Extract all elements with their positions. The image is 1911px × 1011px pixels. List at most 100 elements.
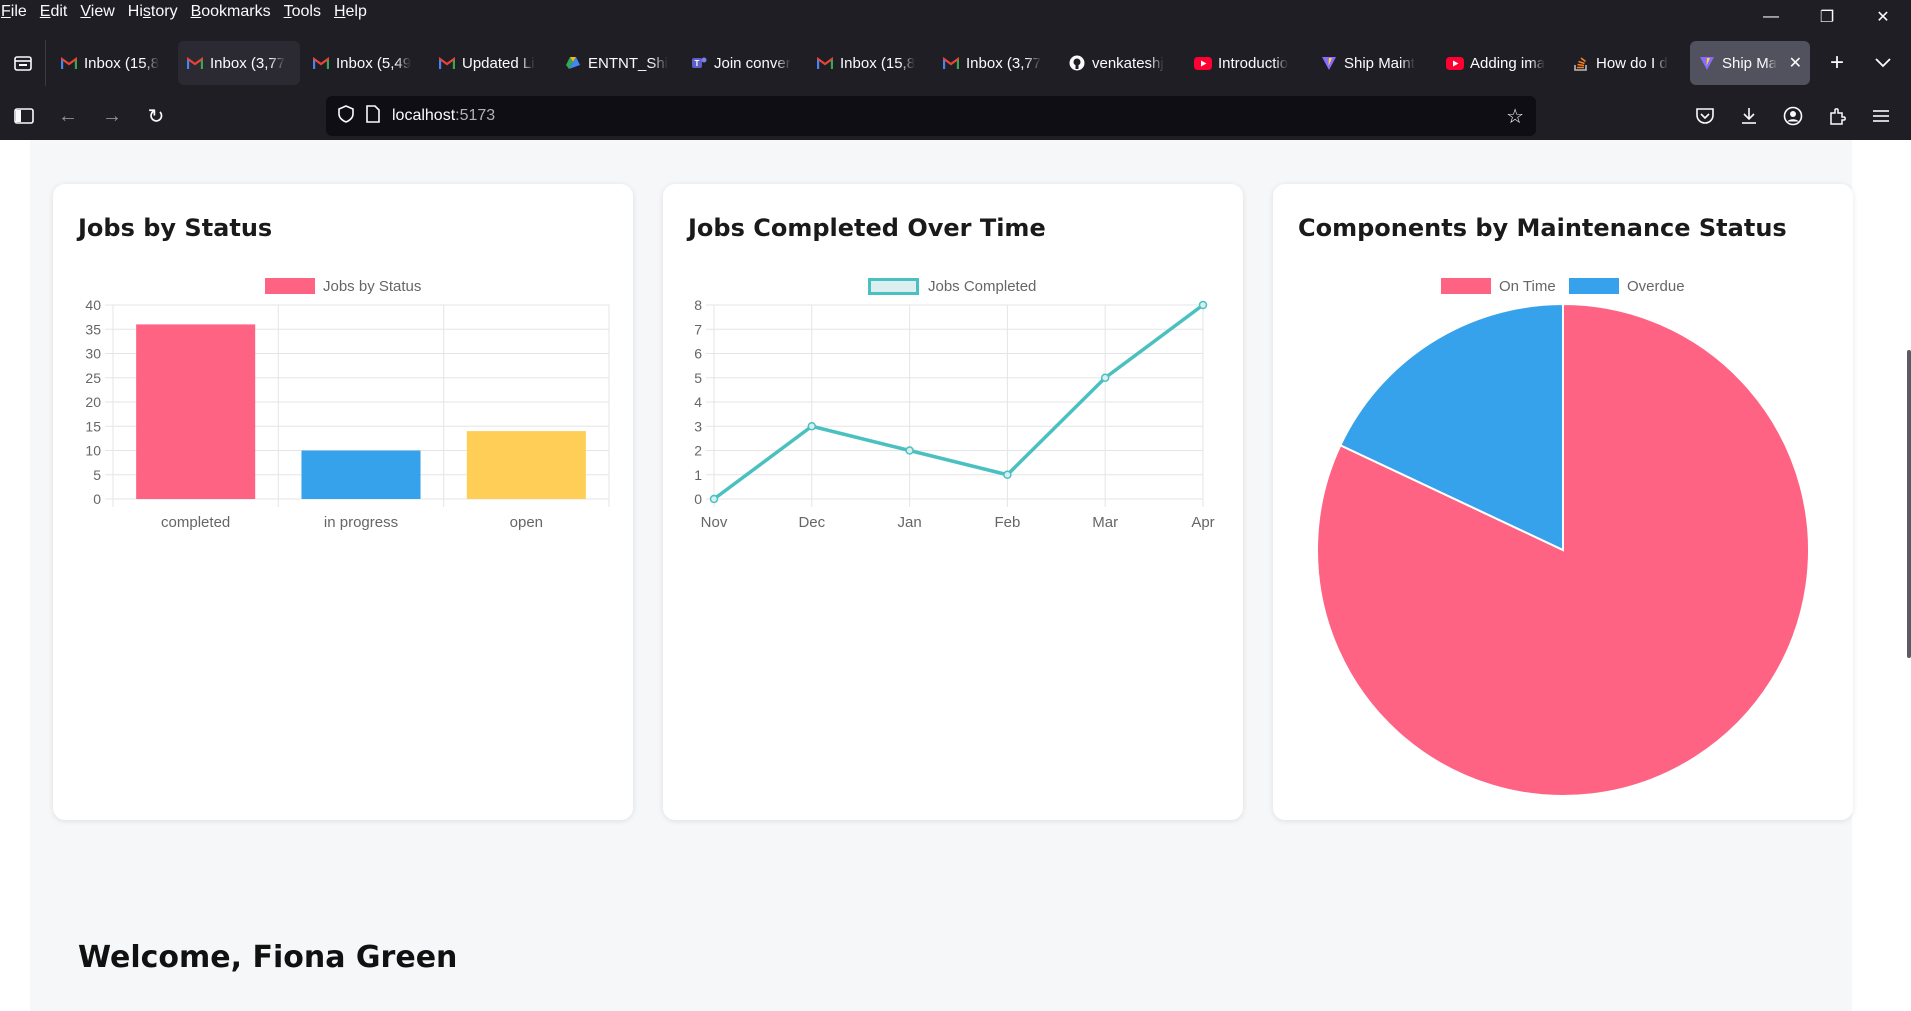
menu-file[interactable]: File [0, 3, 34, 21]
y-tick-label: 25 [85, 370, 101, 386]
tab[interactable]: Inbox (3,77 [178, 41, 300, 85]
tab-title: Inbox (3,77 [210, 54, 286, 72]
legend-swatch [265, 278, 315, 294]
y-tick-label: 5 [694, 370, 702, 386]
close-tab-icon[interactable]: ✕ [1789, 53, 1802, 73]
tab[interactable]: Adding ima [1438, 41, 1560, 85]
google-drive-icon [564, 54, 582, 72]
tab[interactable]: Ship Maint [1312, 41, 1434, 85]
page-icon [366, 104, 380, 128]
gmail-icon [438, 54, 456, 72]
account-icon[interactable] [1771, 96, 1815, 136]
toolbar-right [1683, 96, 1903, 136]
vite-icon [1320, 54, 1338, 72]
tab[interactable]: Inbox (15,8 [808, 41, 930, 85]
menu-tools[interactable]: Tools [284, 3, 328, 21]
data-point [1198, 300, 1208, 310]
list-all-tabs-button[interactable] [1860, 40, 1906, 86]
gmail-icon [60, 54, 78, 72]
jobs-completed-card: Jobs Completed Over Time 0 1 2 3 4 5 6 7 8 Nov Dec… [663, 184, 1243, 820]
tab-title: How do I d [1596, 54, 1668, 72]
bookmark-star-icon[interactable]: ☆ [1506, 104, 1524, 129]
youtube-icon [1446, 54, 1464, 72]
forward-button[interactable]: → [90, 96, 134, 136]
x-tick-label: Jan [898, 514, 922, 531]
tab[interactable]: venkateshj [1060, 41, 1182, 85]
tab-title: Updated Li [462, 54, 535, 72]
tab-title: Ship Ma [1722, 54, 1778, 72]
vertical-scrollbar[interactable] [1907, 350, 1911, 658]
menu-edit[interactable]: Edit [40, 3, 75, 21]
reload-button[interactable]: ↻ [134, 96, 178, 136]
tab-title: Inbox (5,49 [336, 54, 412, 72]
tab-title: Inbox (3,77 [966, 54, 1042, 72]
tab[interactable]: Introductio [1186, 41, 1308, 85]
pocket-icon[interactable] [1683, 96, 1727, 136]
x-tick-label: Dec [798, 514, 825, 531]
tab-title: Inbox (15,8 [840, 54, 916, 72]
menu-bar: File Edit View History Bookmarks Tools Help [0, 0, 1911, 24]
legend-label: Overdue [1627, 278, 1685, 295]
menu-view[interactable]: View [80, 3, 121, 21]
tab[interactable]: Inbox (5,49 [304, 41, 426, 85]
jobs-by-status-chart: 0 5 10 15 20 25 30 35 40 completed in progress open… [85, 278, 610, 531]
extensions-icon[interactable] [1815, 96, 1859, 136]
browser-chrome: File Edit View History Bookmarks Tools Help — … [0, 0, 1911, 140]
tab[interactable]: How do I d [1564, 41, 1686, 85]
x-tick-label: Feb [994, 514, 1020, 531]
tab[interactable]: Updated Li [430, 41, 552, 85]
legend-swatch [1569, 278, 1619, 294]
y-tick-label: 0 [694, 491, 702, 507]
downloads-icon[interactable] [1727, 96, 1771, 136]
legend-label: Jobs by Status [323, 278, 421, 295]
shield-icon[interactable] [338, 104, 354, 128]
back-button[interactable]: ← [46, 96, 90, 136]
url-port: :5173 [455, 107, 496, 124]
y-tick-label: 10 [85, 443, 101, 459]
app-menu-icon[interactable] [1859, 96, 1903, 136]
tab[interactable]: Inbox (15,8 [52, 41, 174, 85]
legend-swatch [868, 278, 919, 295]
gmail-icon [186, 54, 204, 72]
tab[interactable]: T Join conver [682, 41, 804, 85]
menu-history[interactable]: History [128, 3, 185, 21]
jobs-completed-chart: 0 1 2 3 4 5 6 7 8 Nov Dec Jan Feb Mar Apr Jobs Complete… [694, 278, 1215, 531]
y-tick-label: 7 [694, 321, 702, 337]
data-point [709, 494, 719, 504]
close-window-button[interactable]: ✕ [1855, 0, 1911, 34]
tab-strip: Inbox (15,8 Inbox (3,77 Inbox (5,49 Updated… [0, 40, 1911, 86]
url-text[interactable]: localhost:5173 [392, 107, 495, 125]
tab-active[interactable]: Ship Ma ✕ [1690, 41, 1810, 85]
teams-icon: T [690, 54, 708, 72]
firefox-view-icon[interactable] [0, 40, 46, 86]
tab[interactable]: Inbox (3,77 [934, 41, 1056, 85]
gmail-icon [816, 54, 834, 72]
x-tick-label: Apr [1191, 514, 1214, 531]
y-tick-label: 4 [694, 394, 702, 410]
legend-swatch [1441, 278, 1491, 294]
y-tick-label: 5 [93, 467, 101, 483]
bar-completed [136, 324, 256, 499]
bar-open [466, 431, 586, 499]
x-tick-label: in progress [324, 514, 398, 531]
restore-button[interactable]: ❐ [1799, 0, 1855, 34]
new-tab-button[interactable]: + [1814, 40, 1860, 86]
menu-bookmarks[interactable]: Bookmarks [191, 3, 278, 21]
tab-title: Inbox (15,8 [84, 54, 160, 72]
menu-help[interactable]: Help [334, 3, 374, 21]
bar-in-progress [301, 450, 421, 499]
x-tick-label: open [510, 514, 543, 531]
y-tick-label: 0 [93, 491, 101, 507]
page-viewport: Jobs by Status 0 5 10 15 20 25 30 35 40 completed… [0, 140, 1911, 1011]
tab-title: Introductio [1218, 54, 1289, 72]
tab[interactable]: ENTNT_Shi [556, 41, 678, 85]
nav-bar: ← → ↻ localhost:5173 ☆ [0, 92, 1911, 140]
tab-title: ENTNT_Shi [588, 54, 669, 72]
y-tick-label: 3 [694, 418, 702, 434]
address-bar[interactable]: localhost:5173 ☆ [326, 96, 1536, 136]
minimize-button[interactable]: — [1743, 0, 1799, 34]
data-point [905, 446, 914, 455]
y-tick-label: 40 [85, 297, 101, 313]
window-controls: — ❐ ✕ [1743, 0, 1911, 34]
sidebar-toggle-icon[interactable] [2, 96, 46, 136]
